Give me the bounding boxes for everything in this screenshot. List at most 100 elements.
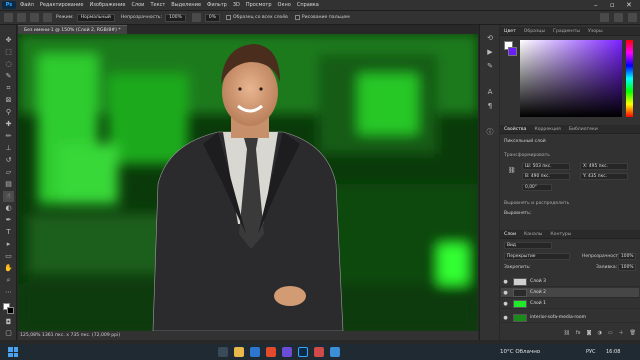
tab-channels[interactable]: Каналы (520, 232, 546, 237)
tab-gradients[interactable]: Градиенты (549, 29, 584, 34)
menu-filter[interactable]: Фильтр (207, 2, 227, 8)
brush-tool-icon[interactable]: ✏ (3, 131, 14, 142)
width-field[interactable]: Ш: 503 пкс. (522, 163, 570, 170)
character-panel-icon[interactable]: A (485, 87, 495, 97)
menu-type[interactable]: Текст (150, 2, 165, 8)
bg-color-chip[interactable] (508, 47, 517, 56)
workspace-icon[interactable] (614, 13, 623, 22)
stamp-tool-icon[interactable]: ⊥ (3, 143, 14, 154)
share-icon[interactable] (628, 13, 637, 22)
close-icon[interactable]: ✕ (626, 0, 632, 10)
tab-properties[interactable]: Свойства (500, 127, 530, 132)
adjustment-icon[interactable]: ◑ (598, 330, 602, 336)
photoshop-taskbar-icon[interactable] (298, 347, 308, 357)
quick-mask-icon[interactable]: ◘ (3, 317, 14, 328)
dodge-tool-icon[interactable]: ◐ (3, 203, 14, 214)
language-indicator[interactable]: РУС (586, 349, 596, 355)
start-icon[interactable] (8, 347, 18, 357)
menu-image[interactable]: Изображение (89, 2, 125, 8)
eye-icon[interactable]: ● (501, 279, 510, 285)
tab-libraries[interactable]: Библиотеки (565, 127, 602, 132)
layer-row[interactable]: ● Слой 3 (501, 277, 639, 287)
mode-select[interactable]: Нормальный (76, 13, 115, 22)
mask-icon[interactable]: ◙ (587, 330, 592, 336)
layer-row[interactable]: ● Слой 1 (501, 299, 639, 309)
y-field[interactable]: Y: 435 пкс. (580, 173, 628, 180)
quick-select-tool-icon[interactable]: ✎ (3, 71, 14, 82)
info-panel-icon[interactable]: ⓘ (485, 127, 495, 137)
weather-widget[interactable]: 10°C Облачно (500, 349, 540, 355)
tab-paths[interactable]: Контуры (546, 232, 575, 237)
layer-row[interactable]: ● interior-sofa-media-room (501, 313, 639, 323)
fill-field[interactable]: 100% (618, 264, 636, 271)
search-taskbar-icon[interactable] (218, 347, 228, 357)
opacity-field[interactable]: 100% (165, 13, 186, 22)
maximize-icon[interactable]: ▫ (610, 0, 615, 10)
lasso-tool-icon[interactable]: ◌ (3, 59, 14, 70)
brush-size-icon[interactable] (30, 13, 39, 22)
hue-slider[interactable] (626, 40, 633, 117)
type-tool-icon[interactable]: T (3, 227, 14, 238)
smudge-tool-icon[interactable]: ☝ (3, 191, 14, 202)
eye-icon[interactable]: ● (501, 290, 510, 296)
layer-opacity-field[interactable]: 100% (618, 253, 636, 260)
angle-field[interactable]: 0,00° (522, 184, 552, 191)
menu-layers[interactable]: Слои (131, 2, 144, 8)
crop-tool-icon[interactable]: ⌗ (3, 83, 14, 94)
marquee-tool-icon[interactable]: ⬚ (3, 47, 14, 58)
height-field[interactable]: В: 490 пкс. (522, 173, 570, 180)
home-icon[interactable] (4, 13, 13, 22)
sample-all-checkbox[interactable] (226, 15, 232, 20)
paragraph-panel-icon[interactable]: ¶ (485, 101, 495, 111)
clock[interactable]: 16:08 (606, 349, 620, 355)
angle-icon[interactable] (191, 13, 201, 22)
menu-select[interactable]: Выделение (171, 2, 201, 8)
menu-help[interactable]: Справка (297, 2, 319, 8)
x-field[interactable]: X: 495 пкс. (580, 163, 628, 170)
eye-icon[interactable]: ● (501, 301, 510, 307)
healing-tool-icon[interactable]: ✚ (3, 119, 14, 130)
layer-filter-select[interactable]: Вид (504, 242, 552, 249)
smudge-tool-preset-icon[interactable] (17, 13, 26, 22)
more-tools-icon[interactable]: ⋯ (3, 287, 14, 298)
document-tab[interactable]: Без имени-1 @ 150% (Слой 2, RGB/8#) * (18, 25, 127, 34)
trash-icon[interactable]: 🗑 (630, 330, 636, 336)
eraser-tool-icon[interactable]: ▱ (3, 167, 14, 178)
hand-tool-icon[interactable]: ✋ (3, 263, 14, 274)
eyedropper-tool-icon[interactable]: ⚲ (3, 107, 14, 118)
color-field[interactable] (520, 40, 622, 117)
link-layers-icon[interactable]: ⛓ (564, 330, 570, 336)
tab-adjustments[interactable]: Коррекция (530, 127, 564, 132)
canvas[interactable] (18, 34, 478, 331)
fx-icon[interactable]: fx (576, 330, 581, 336)
frame-tool-icon[interactable]: ⊠ (3, 95, 14, 106)
actions-panel-icon[interactable]: ▶ (485, 47, 495, 57)
finger-paint-checkbox[interactable] (294, 15, 300, 20)
layer-row-selected[interactable]: ● Слой 2 (501, 288, 639, 298)
menu-file[interactable]: Файл (20, 2, 34, 8)
menu-window[interactable]: Окно (278, 2, 291, 8)
explorer-icon[interactable] (234, 347, 244, 357)
history-panel-icon[interactable]: ⟲ (485, 33, 495, 43)
app-icon[interactable] (282, 347, 292, 357)
history-brush-tool-icon[interactable]: ↺ (3, 155, 14, 166)
brush-settings-icon[interactable] (43, 13, 52, 22)
tab-color[interactable]: Цвет (500, 29, 520, 34)
flow-field[interactable]: 0% (204, 13, 221, 22)
chrome-icon[interactable] (266, 347, 276, 357)
brush-panel-icon[interactable]: ✎ (485, 61, 495, 71)
screen-mode-icon[interactable]: ▢ (3, 328, 14, 339)
edge-icon[interactable] (250, 347, 260, 357)
blend-mode-select[interactable]: Перекрытие (504, 253, 570, 260)
search-icon[interactable] (600, 13, 609, 22)
tab-patterns[interactable]: Узоры (584, 29, 607, 34)
pen-tool-icon[interactable]: ✒ (3, 215, 14, 226)
menu-3d[interactable]: 3D (233, 2, 240, 8)
shape-tool-icon[interactable]: ▭ (3, 251, 14, 262)
app-icon-3[interactable] (330, 347, 340, 357)
move-tool-icon[interactable]: ✥ (3, 35, 14, 46)
menu-view[interactable]: Просмотр (246, 2, 272, 8)
path-select-tool-icon[interactable]: ▸ (3, 239, 14, 250)
tab-layers[interactable]: Слои (500, 232, 520, 237)
background-color-swatch[interactable] (7, 307, 14, 314)
